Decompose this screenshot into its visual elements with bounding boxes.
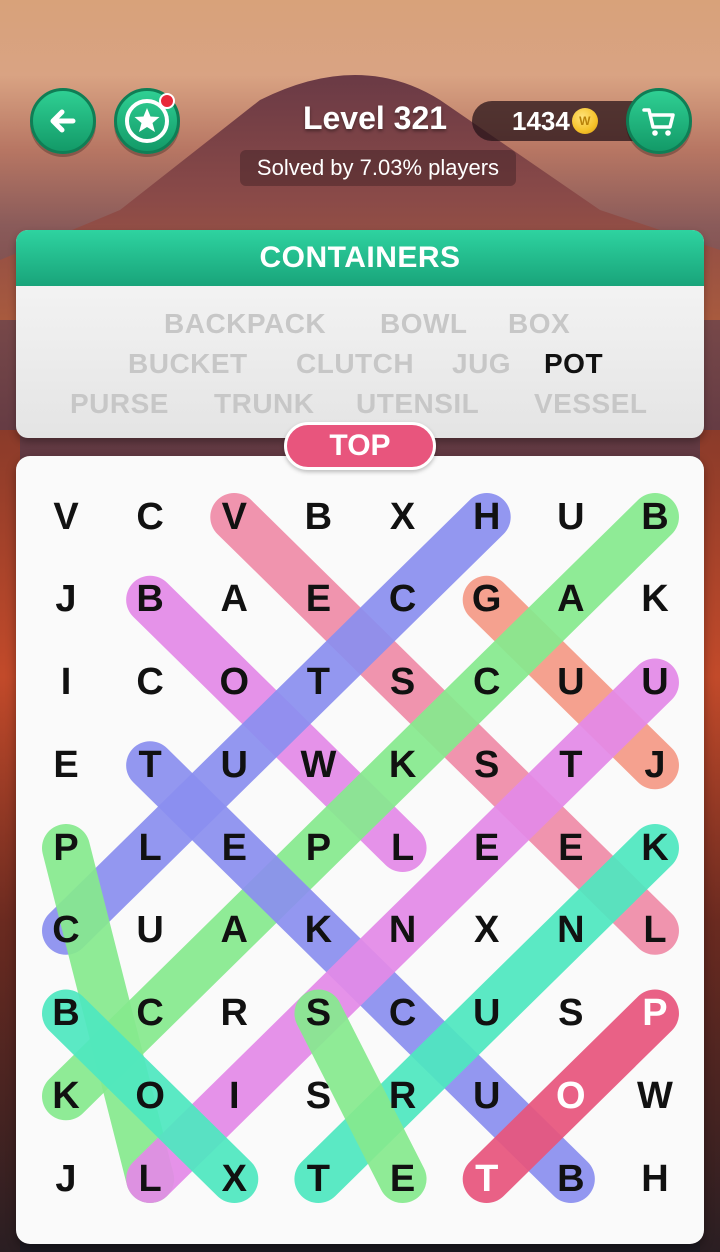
grid-cell-r2-c4[interactable]: S <box>361 641 445 725</box>
grid-cell-r5-c1[interactable]: U <box>108 889 192 973</box>
grid-cell-r1-c7[interactable]: K <box>613 558 697 642</box>
grid-cell-r2-c5[interactable]: C <box>445 641 529 725</box>
grid-cell-r2-c7[interactable]: U <box>613 641 697 725</box>
grid-cell-r7-c1[interactable]: O <box>108 1054 192 1138</box>
grid-cell-r2-c1[interactable]: C <box>108 641 192 725</box>
shop-button[interactable] <box>626 88 692 154</box>
grid-cell-r4-c6[interactable]: E <box>529 806 613 890</box>
word-pot: POT <box>544 348 604 379</box>
word-trunk: TRUNK <box>214 388 315 419</box>
grid-cell-r8-c1[interactable]: L <box>108 1137 192 1221</box>
grid-cell-r7-c3[interactable]: S <box>276 1054 360 1138</box>
grid-cell-r1-c6[interactable]: A <box>529 558 613 642</box>
grid-cell-r8-c2[interactable]: X <box>192 1137 276 1221</box>
grid-cell-r6-c3[interactable]: S <box>276 972 360 1056</box>
grid-cell-r7-c7[interactable]: W <box>613 1054 697 1138</box>
grid-cell-r4-c7[interactable]: K <box>613 806 697 890</box>
grid-cell-r7-c2[interactable]: I <box>192 1054 276 1138</box>
grid-cell-r6-c6[interactable]: S <box>529 972 613 1056</box>
grid-cell-r3-c2[interactable]: U <box>192 723 276 807</box>
word-vessel: VESSEL <box>534 388 648 419</box>
current-selection-badge: TOP <box>284 422 436 470</box>
grid-cell-r0-c2[interactable]: V <box>192 475 276 559</box>
coin-count: 1434 <box>512 105 570 136</box>
grid-cell-r4-c5[interactable]: E <box>445 806 529 890</box>
grid-cell-r2-c0[interactable]: I <box>24 641 108 725</box>
grid-cell-r3-c6[interactable]: T <box>529 723 613 807</box>
word-clutch: CLUTCH <box>296 348 415 379</box>
word-purse: PURSE <box>70 388 169 419</box>
grid-cell-r7-c5[interactable]: U <box>445 1054 529 1138</box>
grid-cell-r7-c4[interactable]: R <box>361 1054 445 1138</box>
grid-cell-r1-c1[interactable]: B <box>108 558 192 642</box>
grid-cell-r5-c7[interactable]: L <box>613 889 697 973</box>
word-bowl: BOWL <box>380 308 468 339</box>
grid-cell-r6-c1[interactable]: C <box>108 972 192 1056</box>
grid-cell-r0-c1[interactable]: C <box>108 475 192 559</box>
grid-cell-r4-c3[interactable]: P <box>276 806 360 890</box>
word-box: BOX <box>508 308 571 339</box>
grid-cell-r7-c6[interactable]: O <box>529 1054 613 1138</box>
grid-cell-r3-c1[interactable]: T <box>108 723 192 807</box>
grid-cell-r8-c4[interactable]: E <box>361 1137 445 1221</box>
grid-cell-r4-c2[interactable]: E <box>192 806 276 890</box>
grid-cell-r1-c4[interactable]: C <box>361 558 445 642</box>
word-bucket: BUCKET <box>128 348 248 379</box>
grid-cell-r7-c0[interactable]: K <box>24 1054 108 1138</box>
shopping-cart-icon <box>642 108 675 136</box>
grid-cell-r0-c4[interactable]: X <box>361 475 445 559</box>
grid-cell-r4-c4[interactable]: L <box>361 806 445 890</box>
word-backpack: BACKPACK <box>164 308 327 339</box>
grid-cell-r6-c0[interactable]: B <box>24 972 108 1056</box>
grid-cell-r5-c5[interactable]: X <box>445 889 529 973</box>
grid-cell-r8-c0[interactable]: J <box>24 1137 108 1221</box>
grid-cell-r2-c3[interactable]: T <box>276 641 360 725</box>
grid-cell-r4-c0[interactable]: P <box>24 806 108 890</box>
word-list-panel: CONTAINERS BACKPACK BOWL BOX BUCKET CLUT… <box>16 230 704 438</box>
grid-cell-r0-c6[interactable]: U <box>529 475 613 559</box>
grid-cell-r4-c1[interactable]: L <box>108 806 192 890</box>
grid-cell-r5-c4[interactable]: N <box>361 889 445 973</box>
back-button[interactable] <box>30 88 96 154</box>
coins-counter[interactable]: 1434 W <box>472 101 652 141</box>
grid-cell-r6-c2[interactable]: R <box>192 972 276 1056</box>
grid-cell-r3-c3[interactable]: W <box>276 723 360 807</box>
grid-cell-r0-c7[interactable]: B <box>613 475 697 559</box>
grid-cell-r8-c5[interactable]: T <box>445 1137 529 1221</box>
grid-cell-r1-c5[interactable]: G <box>445 558 529 642</box>
grid-cell-r8-c6[interactable]: B <box>529 1137 613 1221</box>
grid-cell-r6-c5[interactable]: U <box>445 972 529 1056</box>
grid-cell-r1-c2[interactable]: A <box>192 558 276 642</box>
grid-cell-r5-c6[interactable]: N <box>529 889 613 973</box>
grid-cell-r6-c7[interactable]: P <box>613 972 697 1056</box>
word-utensil: UTENSIL <box>356 388 480 419</box>
grid-cell-r3-c5[interactable]: S <box>445 723 529 807</box>
favorites-button[interactable] <box>114 88 180 154</box>
grid-cell-r8-c3[interactable]: T <box>276 1137 360 1221</box>
arrow-left-icon <box>50 109 76 133</box>
grid-cell-r6-c4[interactable]: C <box>361 972 445 1056</box>
grid-cell-r5-c3[interactable]: K <box>276 889 360 973</box>
grid-cell-r0-c0[interactable]: V <box>24 475 108 559</box>
grid-cell-r5-c0[interactable]: C <box>24 889 108 973</box>
solved-percentage: Solved by 7.03% players <box>240 150 516 186</box>
grid-cell-r8-c7[interactable]: H <box>613 1137 697 1221</box>
grid-cell-r0-c5[interactable]: H <box>445 475 529 559</box>
coin-icon: W <box>571 108 598 134</box>
grid-cell-r3-c0[interactable]: E <box>24 723 108 807</box>
grid-cell-r2-c2[interactable]: O <box>192 641 276 725</box>
grid-cell-r5-c2[interactable]: A <box>192 889 276 973</box>
category-title: CONTAINERS <box>16 230 704 286</box>
word-jug: JUG <box>452 348 512 379</box>
grid-cell-r0-c3[interactable]: B <box>276 475 360 559</box>
grid-cell-r1-c0[interactable]: J <box>24 558 108 642</box>
grid-cell-r3-c7[interactable]: J <box>613 723 697 807</box>
grid-cell-r3-c4[interactable]: K <box>361 723 445 807</box>
notification-dot <box>159 93 175 109</box>
level-title: Level 321 <box>302 100 448 136</box>
grid-cell-r1-c3[interactable]: E <box>276 558 360 642</box>
grid-cell-r2-c6[interactable]: U <box>529 641 613 725</box>
